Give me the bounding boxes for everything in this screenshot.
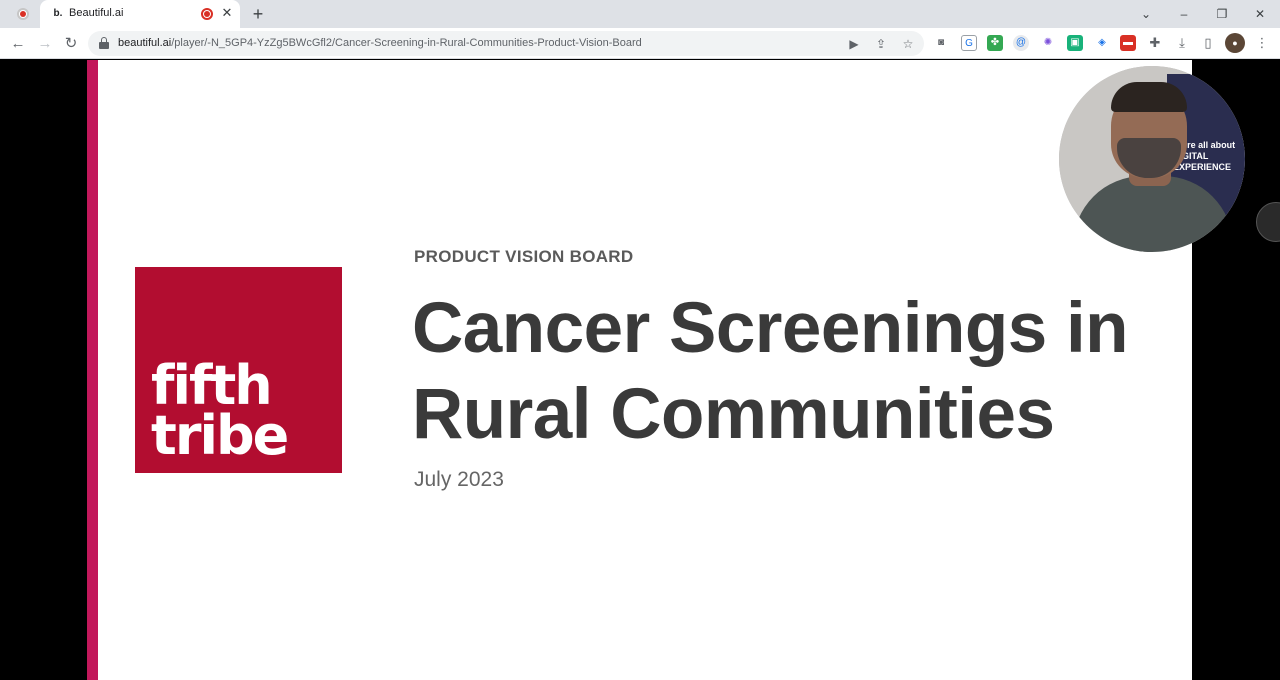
avatar[interactable]: ● bbox=[1225, 33, 1245, 53]
download-icon[interactable]: ⤓ bbox=[1172, 33, 1192, 53]
share-icon[interactable]: ⇪ bbox=[872, 35, 890, 53]
minimize-button[interactable]: – bbox=[1173, 4, 1195, 24]
webcam-bubble[interactable]: we're all about DIGITAL EXPERIENCE bbox=[1059, 66, 1245, 252]
slide-kicker: PRODUCT VISION BOARD bbox=[414, 247, 634, 266]
reload-button[interactable]: ↻ bbox=[60, 33, 82, 55]
extension-green-icon[interactable]: ▣ bbox=[1067, 35, 1083, 51]
lock-icon[interactable] bbox=[99, 37, 109, 49]
extension-g-icon[interactable]: G bbox=[961, 35, 977, 51]
presentation-slide: fifth tribe PRODUCT VISION BOARD Cancer … bbox=[87, 60, 1192, 680]
sidepanel-icon[interactable]: ▯ bbox=[1198, 33, 1218, 53]
camera-icon[interactable]: ◙ bbox=[933, 35, 949, 51]
tab-strip: b. Beautiful.ai ✕ + ⌄ – ❐ ✕ bbox=[0, 0, 1280, 28]
slide-title: Cancer Screenings in Rural Communities bbox=[412, 289, 1129, 454]
url-text[interactable]: beautiful.ai/player/-N_5GP4-YzZg5BWcGfl2… bbox=[118, 37, 642, 49]
browser-tab[interactable]: b. Beautiful.ai ✕ bbox=[40, 0, 240, 28]
video-camera-icon[interactable]: ▶ bbox=[845, 35, 863, 53]
new-tab-button[interactable]: + bbox=[248, 4, 268, 24]
extension-gear-icon[interactable]: ✺ bbox=[1040, 35, 1056, 51]
favicon: b. bbox=[53, 8, 63, 19]
slide-date: July 2023 bbox=[414, 468, 504, 491]
extension-clover-icon[interactable]: ✤ bbox=[987, 35, 1003, 51]
extension-blue-icon[interactable]: ◈ bbox=[1094, 35, 1110, 51]
menu-icon[interactable]: ⋮ bbox=[1252, 33, 1272, 53]
star-icon[interactable]: ☆ bbox=[899, 35, 917, 53]
extension-red-icon[interactable]: ▬ bbox=[1120, 35, 1136, 51]
browser-toolbar: ← → ↻ beautiful.ai/player/-N_5GP4-YzZg5B… bbox=[0, 28, 1280, 59]
restore-button[interactable]: ❐ bbox=[1211, 4, 1233, 24]
tab-title: Beautiful.ai bbox=[69, 7, 124, 19]
tab-recording-icon bbox=[201, 8, 213, 20]
slide-accent-bar bbox=[87, 60, 98, 680]
fifth-tribe-logo: fifth tribe bbox=[135, 267, 342, 473]
puzzle-icon[interactable]: ✚ bbox=[1145, 33, 1165, 53]
tab-close-icon[interactable]: ✕ bbox=[219, 5, 235, 21]
player-side-button[interactable] bbox=[1256, 202, 1280, 242]
close-window-button[interactable]: ✕ bbox=[1249, 4, 1271, 24]
address-bar[interactable]: beautiful.ai/player/-N_5GP4-YzZg5BWcGfl2… bbox=[88, 31, 924, 56]
tab-search-icon[interactable]: ⌄ bbox=[1135, 4, 1157, 24]
back-button[interactable]: ← bbox=[7, 33, 29, 55]
forward-button[interactable]: → bbox=[34, 33, 56, 55]
recording-indicator-icon[interactable] bbox=[17, 8, 29, 20]
extension-at-icon[interactable]: @ bbox=[1013, 35, 1029, 51]
